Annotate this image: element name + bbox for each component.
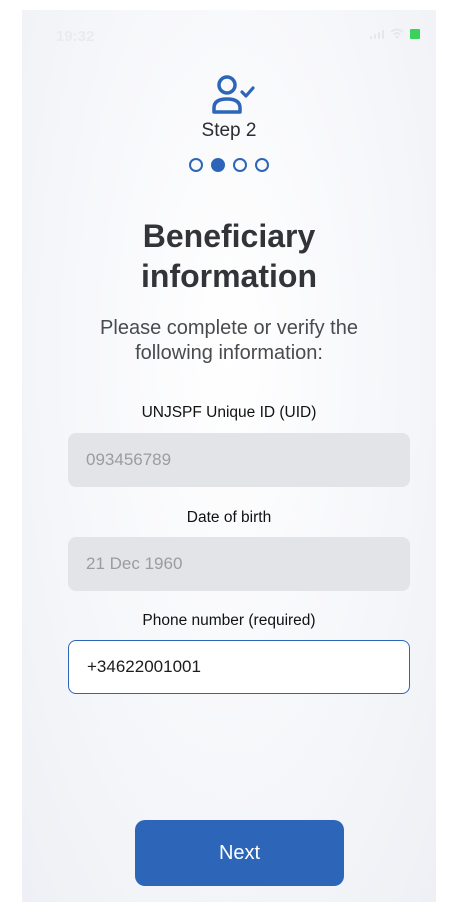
uid-field[interactable] <box>68 433 410 487</box>
step-dot-3 <box>233 158 247 172</box>
battery-icon <box>410 28 420 39</box>
signal-icon <box>370 29 384 39</box>
user-check-icon <box>212 75 255 114</box>
page-title: Beneficiary information <box>22 216 436 296</box>
page-subtitle: Please complete or verify the following … <box>100 317 358 364</box>
uid-label: UNJSPF Unique ID (UID) <box>141 404 317 421</box>
phone-label: Phone number (required) <box>142 612 316 629</box>
phone-field[interactable] <box>68 640 410 694</box>
dob-label: Date of birth <box>186 509 272 526</box>
app-screen: 19:32 Step 2 Beneficiary information Ple… <box>22 10 436 902</box>
step-dot-1 <box>189 158 203 172</box>
step-label: Step 2 <box>201 120 257 141</box>
page-title-line-2: information <box>141 258 317 294</box>
next-button[interactable]: Next <box>135 820 344 886</box>
status-time: 19:32 <box>56 28 95 45</box>
status-bar: 19:32 <box>22 10 436 54</box>
wifi-icon <box>390 28 404 39</box>
step-dot-2-current <box>211 158 225 172</box>
step-dot-4 <box>255 158 269 172</box>
page-title-line-1: Beneficiary <box>142 218 316 254</box>
dob-field[interactable] <box>68 537 410 591</box>
status-icons <box>370 28 420 39</box>
step-progress <box>22 158 436 172</box>
